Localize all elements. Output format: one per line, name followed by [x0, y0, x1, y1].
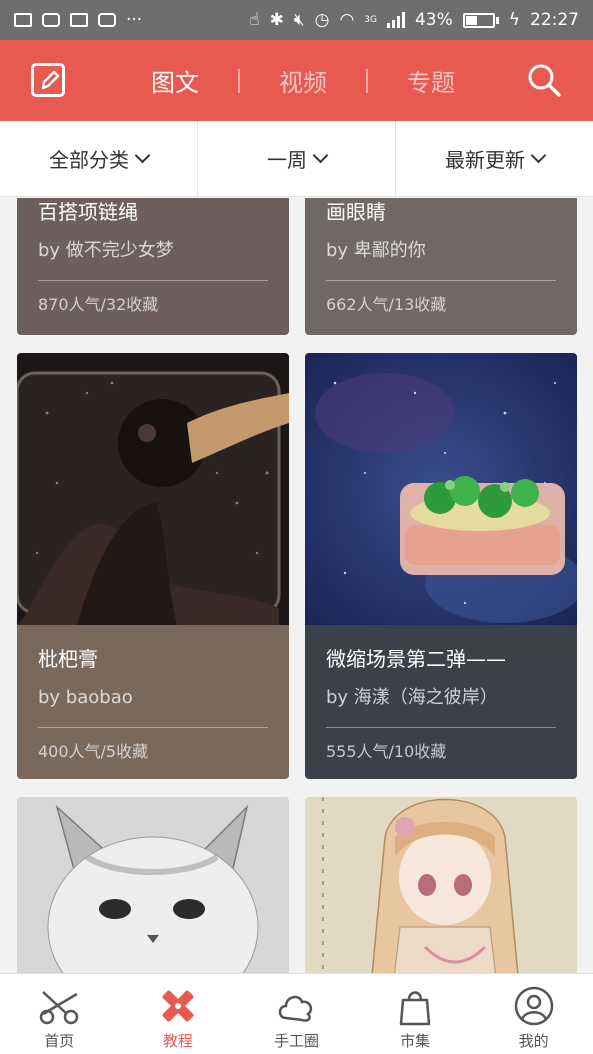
card-stats: 555人气/10收藏	[326, 742, 447, 761]
card-info: 画眼睛 by 卑鄙的你 662人气/13收藏	[305, 198, 577, 335]
tutorial-card[interactable]: 枇杷膏 by baobao 400人气/5收藏	[17, 353, 289, 779]
app-icon	[98, 13, 116, 27]
chevron-down-icon	[312, 147, 329, 164]
nav-home-label: 首页	[44, 1032, 75, 1050]
card-title: 百搭项链绳	[38, 200, 138, 224]
card-image	[305, 353, 577, 625]
pencil-ruler-icon	[156, 986, 200, 1026]
nav-market-label: 市集	[400, 1032, 431, 1050]
card-divider	[38, 727, 268, 728]
mute-icon: 🔇︎	[293, 10, 305, 30]
signal-icon	[386, 12, 405, 28]
wifi-icon: ◠	[339, 10, 355, 30]
nav-community-label: 手工圈	[273, 1032, 319, 1050]
nav-profile-label: 我的	[518, 1032, 549, 1050]
filter-period-label: 一周	[267, 148, 307, 172]
card-title: 画眼睛	[326, 200, 386, 224]
tutorial-card[interactable]: 画眼睛 by 卑鄙的你 662人气/13收藏	[305, 198, 577, 335]
card-info: 百搭项链绳 by 做不完少女梦 870人气/32收藏	[17, 198, 289, 335]
card-divider	[38, 280, 268, 281]
nav-market[interactable]: 市集	[356, 974, 475, 1054]
card-author: by 海漾（海之彼岸）	[326, 687, 498, 708]
card-author: by baobao	[38, 687, 133, 708]
user-icon	[512, 986, 556, 1026]
message-icon	[70, 13, 88, 27]
tab-divider	[366, 68, 368, 93]
tab-video[interactable]: 视频	[258, 63, 348, 98]
card-image	[17, 353, 289, 625]
chevron-down-icon	[134, 147, 151, 164]
filter-sort-label: 最新更新	[445, 148, 525, 172]
tutorial-card[interactable]	[17, 797, 289, 973]
search-icon[interactable]	[526, 62, 562, 98]
more-icon: ···	[126, 10, 143, 30]
alarm-icon: ◷	[314, 10, 330, 30]
battery-percent: 43%	[414, 10, 453, 30]
tab-graphic[interactable]: 图文	[130, 63, 220, 98]
card-image	[17, 797, 289, 973]
tutorial-card[interactable]: 微缩场景第二弹—— by 海漾（海之彼岸） 555人气/10收藏	[305, 353, 577, 779]
card-info: 枇杷膏 by baobao 400人气/5收藏	[17, 625, 289, 779]
status-time: 22:27	[530, 10, 579, 30]
bottom-nav: 首页 教程 手工圈 市集 我的	[0, 973, 593, 1054]
filter-bar: 全部分类 一周 最新更新	[0, 121, 593, 197]
charging-icon: ϟ	[508, 10, 520, 30]
filter-sort[interactable]: 最新更新	[396, 121, 593, 196]
tutorial-card[interactable]	[305, 797, 577, 973]
filter-period[interactable]: 一周	[198, 121, 396, 196]
bluetooth-icon: ✱	[269, 10, 284, 30]
tab-divider	[238, 68, 240, 93]
card-info: 微缩场景第二弹—— by 海漾（海之彼岸） 555人气/10收藏	[305, 625, 577, 779]
tutorial-feed: 百搭项链绳 by 做不完少女梦 870人气/32收藏 画眼睛 by 卑鄙的你 6…	[0, 198, 593, 973]
app-header: 图文 视频 专题	[0, 40, 593, 121]
sync-icon	[42, 13, 60, 27]
filter-category[interactable]: 全部分类	[0, 121, 198, 196]
card-stats: 662人气/13收藏	[326, 295, 447, 314]
tutorial-card[interactable]: 百搭项链绳 by 做不完少女梦 870人气/32收藏	[17, 198, 289, 335]
book-icon	[14, 13, 32, 27]
nav-tutorials[interactable]: 教程	[119, 974, 238, 1054]
status-bar: ··· ☝ ✱ 🔇︎ ◷ ◠ 3G 43% ϟ 22:27	[0, 0, 593, 40]
nav-profile[interactable]: 我的	[474, 974, 593, 1054]
card-stats: 870人气/32收藏	[38, 295, 159, 314]
card-divider	[326, 280, 556, 281]
battery-icon	[462, 12, 499, 28]
card-image	[305, 797, 577, 973]
nav-tutorials-label: 教程	[162, 1032, 193, 1050]
gesture-icon: ☝	[249, 10, 260, 30]
cloud-icon	[274, 986, 318, 1026]
edit-icon[interactable]	[31, 63, 65, 97]
content-tabs: 图文 视频 专题	[130, 40, 476, 121]
card-stats: 400人气/5收藏	[38, 742, 149, 761]
chevron-down-icon	[530, 147, 547, 164]
nav-home[interactable]: 首页	[0, 974, 119, 1054]
filter-category-label: 全部分类	[49, 148, 129, 172]
status-right-icons: ☝ ✱ 🔇︎ ◷ ◠ 3G 43% ϟ 22:27	[249, 10, 579, 30]
card-title: 枇杷膏	[38, 647, 98, 671]
card-title: 微缩场景第二弹——	[326, 647, 506, 671]
status-left-icons: ···	[14, 10, 142, 30]
card-author: by 卑鄙的你	[326, 240, 426, 261]
shopping-bag-icon	[393, 986, 437, 1026]
network-type: 3G	[364, 15, 377, 25]
tab-topics[interactable]: 专题	[386, 63, 476, 98]
card-divider	[326, 727, 556, 728]
scissors-icon	[37, 986, 81, 1026]
nav-community[interactable]: 手工圈	[237, 974, 356, 1054]
card-author: by 做不完少女梦	[38, 240, 174, 261]
